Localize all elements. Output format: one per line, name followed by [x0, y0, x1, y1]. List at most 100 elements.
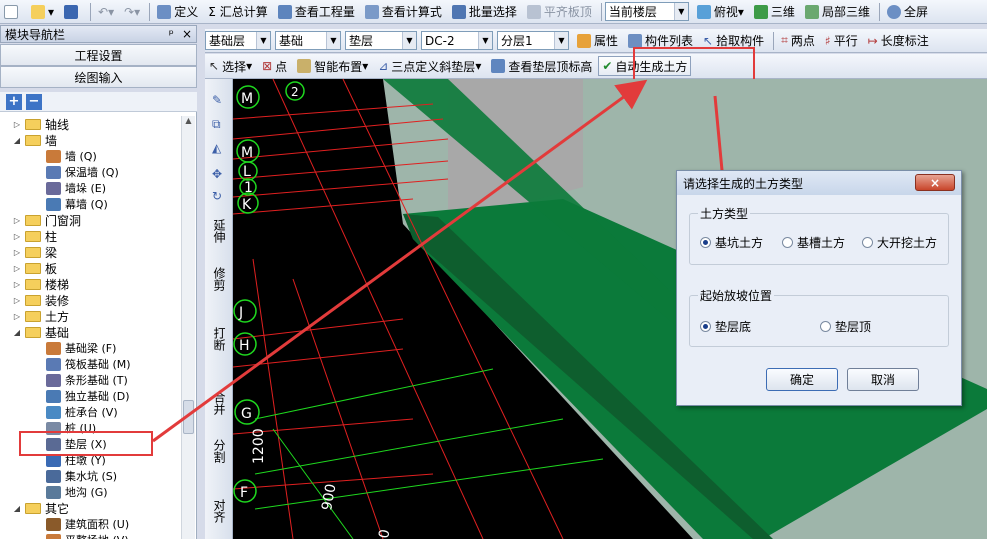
tree-scrollbar[interactable]: ▲ [181, 116, 195, 539]
view-top-elevation-button[interactable]: 查看垫层顶标高 [487, 56, 596, 76]
three-point-slope-button[interactable]: ⊿ 三点定义斜垫层 ▾ [374, 56, 485, 76]
select-button[interactable]: ↖ 选择 ▾ [205, 56, 256, 76]
ok-button[interactable]: 确定 [766, 368, 838, 391]
main-toolbar: ▾ ↶▾ ↷▾ 定义 Σ 汇总计算 查看工程量 查看计算式 批量选择 平齐板顶 当… [0, 0, 987, 24]
point-button[interactable]: ⊠ 点 [258, 56, 291, 76]
radio-pit-earthwork[interactable]: 基坑土方 [700, 234, 763, 251]
collapsed-arrow-icon[interactable]: ▷ [12, 248, 22, 257]
view-formula-button[interactable]: 查看计算式 [361, 2, 446, 22]
component-type-combo[interactable]: 垫层 ▼ [345, 31, 417, 50]
tree-item[interactable]: 建筑面积 (U) [46, 516, 129, 532]
expanded-arrow-icon[interactable]: ◢ [12, 504, 22, 513]
radio-trench-earthwork[interactable]: 基槽土方 [782, 234, 845, 251]
close-icon[interactable]: × [182, 27, 192, 41]
tree-folder[interactable]: ▷ 土方 [12, 308, 69, 324]
split-tool[interactable]: 分割 [210, 439, 228, 463]
tree-item[interactable]: 条形基础 (T) [46, 372, 128, 388]
scroll-thumb[interactable] [183, 400, 194, 434]
folder-icon [25, 134, 41, 146]
trim-tool[interactable]: 修剪 [210, 267, 228, 291]
tree-folder[interactable]: ▷ 装修 [12, 292, 69, 308]
two-point-button[interactable]: ⌗ 两点 [777, 31, 819, 51]
local-3d-button[interactable]: 局部三维 [801, 2, 874, 22]
tree-item[interactable]: 独立基础 (D) [46, 388, 130, 404]
view-quantity-button[interactable]: 查看工程量 [274, 2, 359, 22]
collapsed-arrow-icon[interactable]: ▷ [12, 216, 22, 225]
tree-folder[interactable]: ▷ 梁 [12, 244, 57, 260]
expanded-arrow-icon[interactable]: ◢ [12, 328, 22, 337]
dialog-close-button[interactable]: × [915, 174, 955, 191]
floor-combo[interactable]: 基础层 ▼ [205, 31, 271, 50]
tree-folder[interactable]: ▷ 门窗洞 [12, 212, 81, 228]
top-view-button[interactable]: 俯视 ▾ [693, 2, 748, 22]
category-combo[interactable]: 基础 ▼ [275, 31, 341, 50]
collapsed-arrow-icon[interactable]: ▷ [12, 296, 22, 305]
pin-icon[interactable]: ᵖ [169, 27, 174, 41]
align-tool[interactable]: 对齐 [210, 499, 228, 523]
tree-folder[interactable]: ▷ 轴线 [12, 116, 69, 132]
tree-item[interactable]: 平整场地 (V) [46, 532, 129, 539]
tree-item[interactable]: 墙 (Q) [46, 148, 97, 164]
radio-cushion-bottom[interactable]: 垫层底 [700, 318, 751, 335]
radio-open-excavation[interactable]: 大开挖土方 [862, 234, 937, 251]
summary-calc-button[interactable]: Σ 汇总计算 [204, 2, 272, 22]
tree-highlight-box [19, 431, 153, 456]
brush-icon[interactable]: ✎ [212, 93, 222, 107]
break-tool[interactable]: 打断 [210, 327, 228, 351]
tree-item[interactable]: 基础梁 (F) [46, 340, 116, 356]
tree-item[interactable]: 地沟 (G) [46, 484, 108, 500]
tree-item[interactable]: 幕墙 (Q) [46, 196, 108, 212]
define-button[interactable]: 定义 [153, 2, 202, 22]
tree-folder[interactable]: ▷ 楼梯 [12, 276, 69, 292]
tree-folder[interactable]: ◢ 墙 [12, 132, 57, 148]
tree-folder[interactable]: ▷ 板 [12, 260, 57, 276]
tree-folder[interactable]: ▷ 柱 [12, 228, 57, 244]
collapsed-arrow-icon[interactable]: ▷ [12, 312, 22, 321]
tree-item[interactable]: 保温墙 (Q) [46, 164, 119, 180]
expanded-arrow-icon[interactable]: ◢ [12, 136, 22, 145]
extend-tool[interactable]: 延伸 [210, 219, 228, 243]
open-button[interactable]: ▾ [27, 2, 58, 22]
collapse-all-button[interactable]: − [26, 93, 42, 110]
collapsed-arrow-icon[interactable]: ▷ [12, 280, 22, 289]
tree-item[interactable]: 筏板基础 (M) [46, 356, 131, 372]
length-dimension-button[interactable]: ↦ 长度标注 [864, 31, 933, 51]
align-slab-top-button[interactable]: 平齐板顶 [523, 2, 596, 22]
undo-button[interactable]: ↶▾ [94, 2, 118, 22]
rotate-icon[interactable]: ↻ [212, 189, 222, 203]
3d-view-button[interactable]: 三维 [750, 2, 799, 22]
copy-icon[interactable]: ⧉ [212, 117, 221, 132]
cancel-button[interactable]: 取消 [847, 368, 919, 391]
drawing-input-button[interactable]: 绘图输入 [0, 66, 197, 88]
scroll-up-icon[interactable]: ▲ [182, 116, 195, 130]
tree-item-label: 建筑面积 (U) [65, 518, 130, 531]
layer-combo[interactable]: 分层1 ▼ [497, 31, 569, 50]
tree-folder[interactable]: ◢ 其它 [12, 500, 69, 516]
tree-item[interactable]: 集水坑 (S) [46, 468, 117, 484]
floor-select[interactable]: 当前楼层 ▼ [604, 2, 689, 21]
mirror-icon[interactable]: ◭ [212, 141, 221, 155]
radio-cushion-top[interactable]: 垫层顶 [820, 318, 871, 335]
fullscreen-button[interactable]: 全屏 [883, 2, 932, 22]
tree-item[interactable]: 桩承台 (V) [46, 404, 118, 420]
project-settings-button[interactable]: 工程设置 [0, 44, 197, 66]
earthwork-type-title: 土方类型 [698, 205, 751, 222]
new-file-button[interactable] [0, 2, 25, 22]
parallel-button[interactable]: ♯ 平行 [821, 31, 862, 51]
redo-button[interactable]: ↷▾ [120, 2, 144, 22]
tree-folder[interactable]: ◢ 基础 [12, 324, 69, 340]
collapsed-arrow-icon[interactable]: ▷ [12, 120, 22, 129]
collapsed-arrow-icon[interactable]: ▷ [12, 264, 22, 273]
move-icon[interactable]: ✥ [212, 167, 222, 181]
tree-item[interactable]: 墙垛 (E) [46, 180, 106, 196]
expand-all-button[interactable]: + [6, 93, 22, 110]
merge-tool[interactable]: 合并 [210, 391, 228, 415]
component-combo[interactable]: DC-2 ▼ [421, 31, 493, 50]
collapsed-arrow-icon[interactable]: ▷ [12, 232, 22, 241]
radio-icon [862, 237, 873, 248]
save-button[interactable] [60, 2, 85, 22]
smart-layout-button[interactable]: 智能布置 ▾ [293, 56, 372, 76]
properties-button[interactable]: 属性 [573, 31, 622, 51]
earthwork-type-dialog: 请选择生成的土方类型 × 土方类型 基坑土方 基槽土方 大开挖土方 起始放坡位置… [676, 170, 962, 406]
batch-select-button[interactable]: 批量选择 [448, 2, 521, 22]
